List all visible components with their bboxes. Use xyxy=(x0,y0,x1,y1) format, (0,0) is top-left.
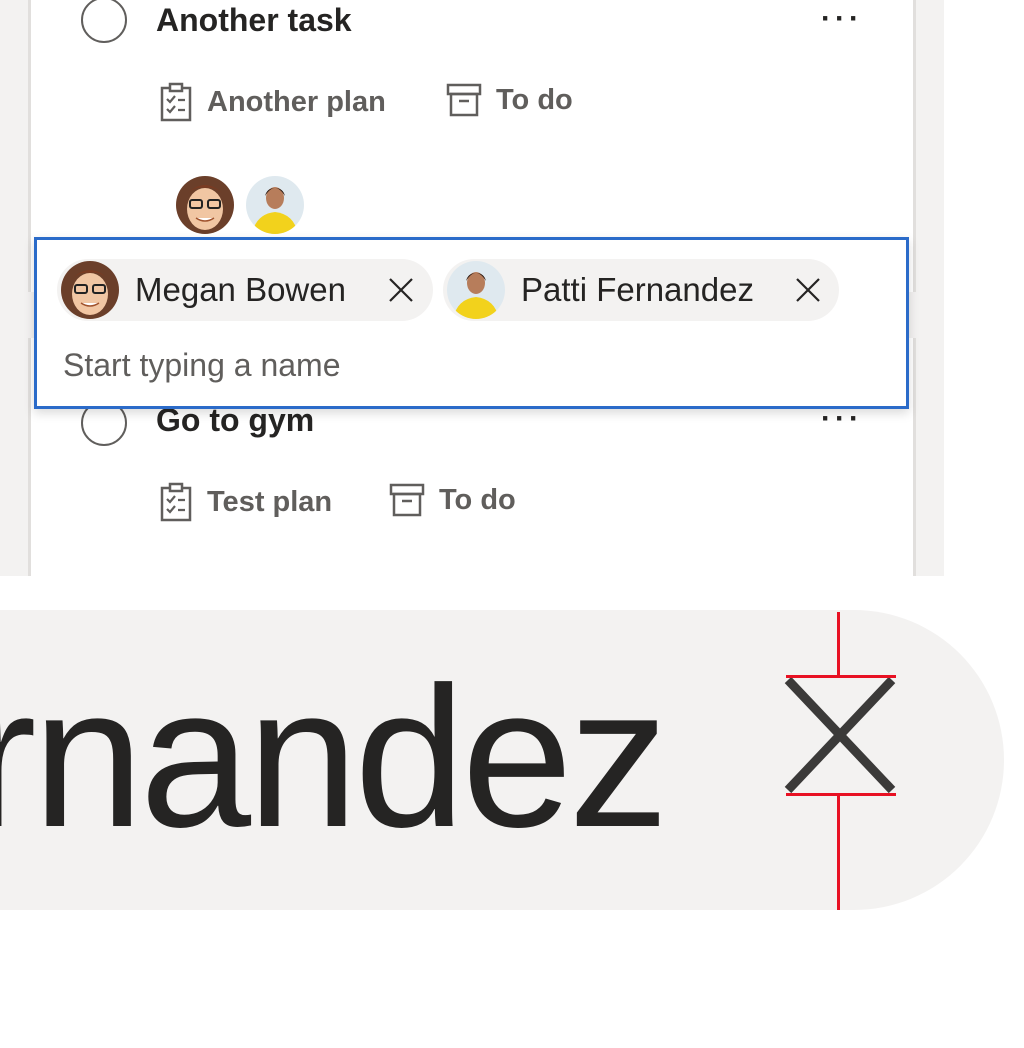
task-bucket-label: To do xyxy=(496,83,573,116)
task-plan-label: Test plan xyxy=(207,485,333,518)
task-bucket: To do xyxy=(446,82,573,118)
zoomed-name-text: rnandez xyxy=(0,646,669,869)
people-search-input[interactable] xyxy=(63,340,863,390)
measure-line-bottom xyxy=(837,796,840,910)
archive-box-icon xyxy=(389,483,425,517)
measure-line-top xyxy=(837,612,840,676)
complete-task-checkbox[interactable] xyxy=(81,0,127,43)
task-plan-label: Another plan xyxy=(207,85,386,118)
clipboard-checklist-icon xyxy=(160,82,192,122)
clipboard-checklist-icon xyxy=(160,482,192,522)
people-picker[interactable]: Megan Bowen Patti Fernandez xyxy=(34,237,909,409)
megan-bowen-avatar xyxy=(61,261,119,319)
megan-bowen-avatar[interactable] xyxy=(176,176,234,234)
close-icon[interactable] xyxy=(793,275,823,305)
person-chip[interactable]: Megan Bowen xyxy=(57,259,433,321)
patti-fernandez-avatar xyxy=(447,261,505,319)
close-icon xyxy=(784,676,896,794)
person-chip[interactable]: Patti Fernandez xyxy=(443,259,839,321)
archive-box-icon xyxy=(446,83,482,117)
task-bucket: To do xyxy=(389,482,516,518)
measure-cap-top xyxy=(786,675,896,678)
task-plan: Test plan xyxy=(159,482,332,522)
task-bucket-label: To do xyxy=(439,483,516,516)
task-title[interactable]: Another task xyxy=(156,2,352,39)
person-chip-name: Megan Bowen xyxy=(135,271,346,308)
more-icon[interactable]: ··· xyxy=(821,4,863,34)
measure-cap-bottom xyxy=(786,793,896,796)
task-plan: Another plan xyxy=(159,82,386,122)
person-chip-name: Patti Fernandez xyxy=(521,271,754,308)
patti-fernandez-avatar[interactable] xyxy=(246,176,304,234)
task-list-panel: Another task ··· Another plan To do Go t… xyxy=(0,0,944,576)
close-icon[interactable] xyxy=(386,275,416,305)
